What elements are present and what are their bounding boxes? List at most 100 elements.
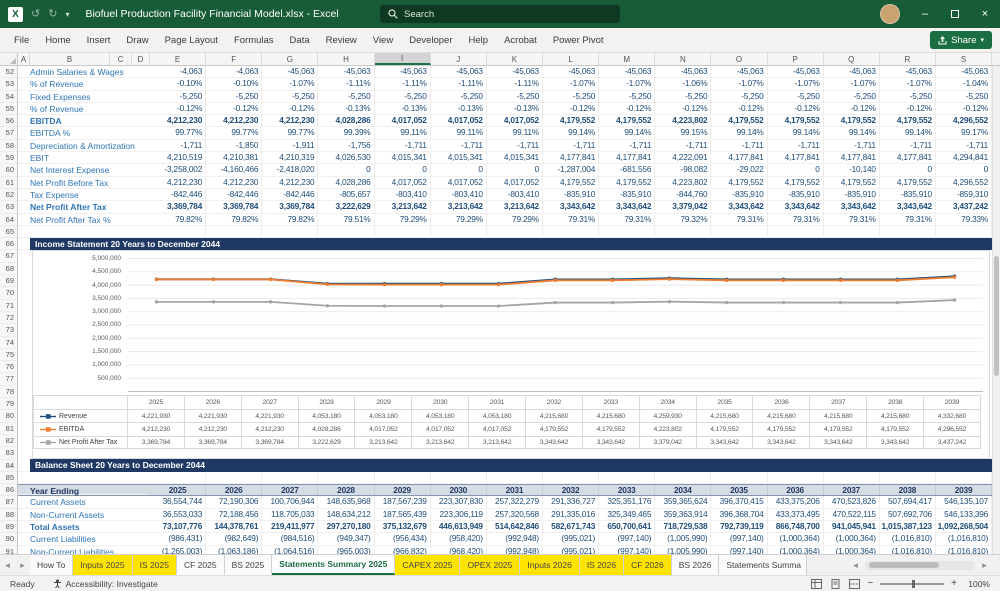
cell[interactable] [18, 546, 30, 554]
row-number[interactable]: 52 [0, 66, 17, 78]
row-number[interactable]: 91 [0, 546, 17, 554]
cell[interactable]: 2033 [599, 485, 655, 495]
row-number[interactable]: 87 [0, 496, 17, 508]
cell[interactable]: 4,179,552 [880, 115, 936, 127]
cell[interactable]: -1.07% [824, 78, 880, 90]
cell[interactable]: -1.11% [318, 78, 374, 90]
cell[interactable]: 4,177,841 [824, 152, 880, 164]
cell[interactable]: 3,213,642 [431, 201, 487, 213]
select-all-corner[interactable] [0, 53, 18, 65]
cell[interactable]: -5,250 [318, 91, 374, 103]
section-band[interactable]: Income Statement 20 Years to December 20… [30, 238, 992, 250]
zoom-out-icon[interactable]: − [867, 578, 873, 589]
cell[interactable]: 4,223,802 [655, 177, 711, 189]
column-header-D[interactable]: D [132, 53, 150, 65]
row-number[interactable]: 64 [0, 214, 17, 226]
row-number[interactable]: 89 [0, 521, 17, 533]
cell[interactable]: 3,343,642 [880, 201, 936, 213]
cell[interactable]: 396,370,415 [711, 496, 767, 508]
cell[interactable]: 3,437,242 [936, 201, 992, 213]
cell[interactable]: 99.77% [262, 127, 318, 139]
cell[interactable]: -4,063 [206, 66, 262, 78]
cell[interactable]: 4,296,552 [936, 177, 992, 189]
ribbon-tab-review[interactable]: Review [318, 28, 365, 52]
cell[interactable]: 470,523,826 [824, 496, 880, 508]
cell[interactable]: 219,411,977 [262, 521, 318, 533]
cell[interactable]: (1,063,186) [206, 546, 262, 554]
cell[interactable] [768, 226, 824, 238]
cell[interactable]: 99.14% [824, 127, 880, 139]
user-avatar[interactable] [880, 4, 900, 24]
ribbon-tab-acrobat[interactable]: Acrobat [496, 28, 545, 52]
cell[interactable]: -0.12% [768, 103, 824, 115]
cell[interactable]: 100,706,944 [262, 496, 318, 508]
column-header-B[interactable]: B [30, 53, 110, 65]
cell[interactable]: 4,212,230 [150, 177, 206, 189]
column-header-R[interactable]: R [880, 53, 936, 65]
cell[interactable]: (1,064,516) [262, 546, 318, 554]
cell[interactable]: -3,258,002 [150, 164, 206, 176]
row-label[interactable]: Admin Salaries & Wages [30, 66, 150, 78]
cell[interactable]: 4,015,341 [487, 152, 543, 164]
cell[interactable]: 3,369,784 [262, 201, 318, 213]
cell[interactable]: -803,410 [375, 189, 431, 201]
cell[interactable]: 4,017,052 [487, 177, 543, 189]
cell[interactable]: 72,188,456 [206, 509, 262, 521]
cell[interactable] [150, 472, 206, 484]
cell[interactable]: -835,910 [880, 189, 936, 201]
ribbon-tab-page-layout[interactable]: Page Layout [157, 28, 226, 52]
cell[interactable]: 79.31% [711, 214, 767, 226]
cell[interactable]: 99.17% [936, 127, 992, 139]
cell[interactable]: 3,369,784 [206, 201, 262, 213]
row-number[interactable]: 65 [0, 226, 17, 238]
cell[interactable]: 79.32% [655, 214, 711, 226]
cell[interactable]: 79.31% [543, 214, 599, 226]
row-label[interactable]: Tax Expense [30, 189, 150, 201]
cell[interactable]: 4,179,552 [824, 115, 880, 127]
cell[interactable]: 792,739,119 [711, 521, 767, 533]
cell[interactable]: (1,000,364) [824, 533, 880, 545]
cell[interactable]: -842,446 [262, 189, 318, 201]
cell[interactable]: 99.11% [431, 127, 487, 139]
minimize-button[interactable]: – [910, 0, 940, 28]
cell[interactable]: -5,250 [262, 91, 318, 103]
column-header-J[interactable]: J [431, 53, 487, 65]
cell[interactable]: -5,250 [880, 91, 936, 103]
cell[interactable]: -1,711 [150, 140, 206, 152]
row-number[interactable]: 83 [0, 447, 17, 459]
cell[interactable]: 2027 [262, 485, 318, 495]
cell[interactable]: (965,003) [318, 546, 374, 554]
sheet-tab-capex-2025[interactable]: CAPEX 2025 [395, 555, 460, 575]
cell[interactable] [18, 91, 30, 103]
cell[interactable]: -0.10% [150, 78, 206, 90]
cell[interactable]: (1,265,003) [150, 546, 206, 554]
cell[interactable]: -4,063 [150, 66, 206, 78]
cell[interactable]: 4,177,841 [599, 152, 655, 164]
cell[interactable]: -1,711 [655, 140, 711, 152]
cell[interactable]: 291,336,727 [543, 496, 599, 508]
cell[interactable]: -1.07% [262, 78, 318, 90]
sheet-tab-statements-summa[interactable]: Statements Summa [719, 555, 807, 575]
row-number[interactable]: 78 [0, 386, 17, 398]
cell[interactable]: 0 [880, 164, 936, 176]
cell[interactable]: 3,343,642 [768, 201, 824, 213]
cell[interactable]: 2038 [880, 485, 936, 495]
cell[interactable]: -0.13% [318, 103, 374, 115]
cell[interactable]: 4,179,552 [768, 177, 824, 189]
vertical-scrollbar-thumb[interactable] [994, 256, 999, 376]
cell[interactable]: -1,711 [543, 140, 599, 152]
cell[interactable]: 0 [431, 164, 487, 176]
cell[interactable]: 4,017,052 [431, 177, 487, 189]
cell[interactable]: 4,210,519 [150, 152, 206, 164]
cell[interactable]: (958,420) [431, 533, 487, 545]
cell[interactable]: 2035 [711, 485, 767, 495]
cell[interactable] [543, 226, 599, 238]
hscroll-right-icon[interactable]: ▸ [977, 560, 992, 571]
cell[interactable]: 0 [487, 164, 543, 176]
cell[interactable]: 297,270,180 [318, 521, 374, 533]
cell[interactable]: -1,711 [599, 140, 655, 152]
cell[interactable]: 4,212,230 [206, 115, 262, 127]
cell[interactable] [18, 164, 30, 176]
cell[interactable]: 72,190,306 [206, 496, 262, 508]
row-number[interactable]: 63 [0, 201, 17, 213]
